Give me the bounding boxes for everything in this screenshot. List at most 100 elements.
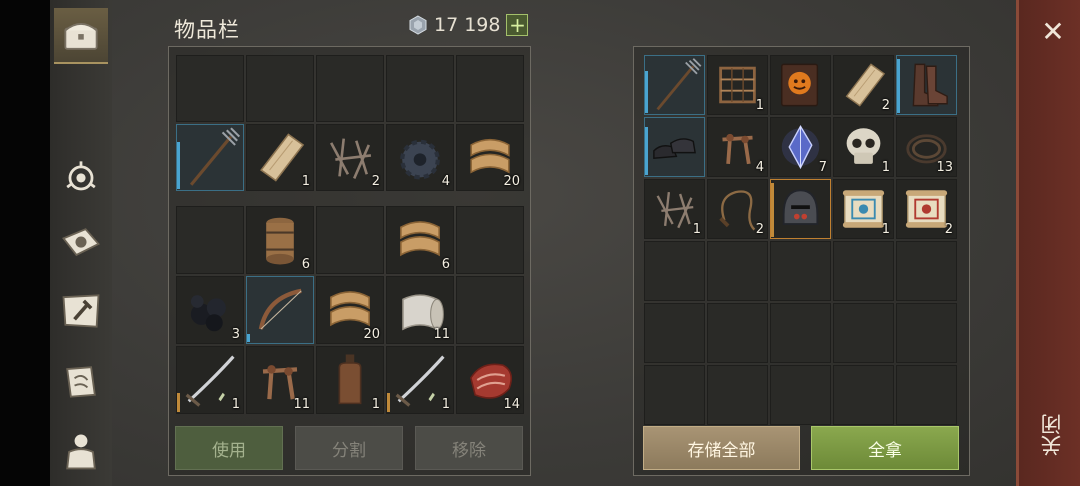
crafting-emblem-icon (66, 161, 96, 191)
storage-slot-empty[interactable] (833, 303, 894, 363)
store-all-button[interactable]: 存储全部 (643, 426, 800, 470)
currency-amount: 17 198 (434, 14, 501, 36)
storage-slot-book[interactable] (770, 55, 831, 115)
storage-slot-loom[interactable]: 1 (707, 55, 768, 115)
bag-slot-cloth-roll[interactable]: 11 (386, 276, 454, 344)
sidebar-sun-book-button[interactable] (54, 216, 108, 270)
storage-slot-empty[interactable] (896, 241, 957, 301)
bag-slot-bottle[interactable]: 1 (316, 346, 384, 414)
bag-slot-pegs[interactable]: 11 (246, 346, 314, 414)
bag-slot-empty[interactable] (316, 206, 384, 274)
bag-slot-fabric[interactable]: 6 (386, 206, 454, 274)
item-count: 1 (881, 160, 890, 175)
durability-bar (177, 392, 180, 412)
close-icon[interactable]: ✕ (1039, 18, 1067, 46)
bag-slot-sword[interactable]: 1 (176, 346, 244, 414)
item-count: 11 (433, 327, 450, 342)
close-label[interactable]: 关闭 (1037, 414, 1067, 456)
durability-bar (897, 59, 900, 113)
durability-bar (247, 333, 250, 342)
storage-slot-red-scroll[interactable]: 2 (896, 179, 957, 239)
item-count: 14 (503, 397, 520, 412)
bow-icon (258, 288, 302, 330)
storage-slot-empty[interactable] (770, 365, 831, 425)
storage-slot-shoes[interactable] (644, 117, 705, 177)
book-icon (781, 63, 819, 107)
storage-slot-empty[interactable] (770, 303, 831, 363)
storage-slot-skull[interactable]: 1 (833, 117, 894, 177)
bag-slot-barrel[interactable]: 6 (246, 206, 314, 274)
close-panel[interactable]: ✕ 关闭 (1016, 0, 1080, 486)
bag-slot-empty[interactable] (176, 206, 244, 274)
storage-slot-empty[interactable] (707, 241, 768, 301)
bag-slot-empty[interactable] (456, 276, 524, 344)
storage-grid: 1 2 4 7 1 13 1 2 1 2 (644, 55, 957, 425)
storage-slot-empty[interactable] (896, 365, 957, 425)
storage-slot-blue-scroll[interactable]: 1 (833, 179, 894, 239)
use-button[interactable]: 使用 (175, 426, 283, 470)
item-count: 3 (231, 327, 240, 342)
equip-slot-empty[interactable] (456, 55, 524, 122)
shoes-icon (653, 138, 696, 160)
storage-slot-wood-plank[interactable]: 2 (833, 55, 894, 115)
equip-slot-empty[interactable] (316, 55, 384, 122)
equip-slot-empty[interactable] (176, 55, 244, 122)
storage-slot-pegs[interactable]: 4 (707, 117, 768, 177)
storage-slot-empty[interactable] (770, 241, 831, 301)
bag-slot-sword[interactable]: 1 (386, 346, 454, 414)
durability-bar (771, 183, 774, 237)
sidebar (50, 0, 113, 486)
storage-slot-empty[interactable] (644, 365, 705, 425)
bag-slot-empty[interactable] (456, 206, 524, 274)
storage-slot-empty[interactable] (833, 365, 894, 425)
equip-slot-gear[interactable]: 4 (386, 124, 454, 191)
hammer-map-icon (62, 294, 100, 328)
durability-bar (645, 127, 648, 175)
screen-edge (0, 0, 50, 486)
equip-slot-empty[interactable] (246, 55, 314, 122)
storage-slot-empty[interactable] (644, 241, 705, 301)
equip-slot-fabric[interactable]: 20 (456, 124, 524, 191)
storage-slot-nails[interactable]: 1 (644, 179, 705, 239)
item-count: 11 (293, 397, 310, 412)
sidebar-chest-button[interactable] (54, 8, 108, 64)
item-count: 1 (231, 397, 240, 412)
add-currency-button[interactable]: + (506, 14, 529, 36)
sidebar-scroll-quill-button[interactable] (54, 354, 108, 408)
equip-slot-empty[interactable] (386, 55, 454, 122)
storage-slot-empty[interactable] (707, 365, 768, 425)
equip-slot-pitchfork[interactable] (176, 124, 244, 191)
bag-slot-bow[interactable] (246, 276, 314, 344)
equip-slot-wood-plank[interactable]: 1 (246, 124, 314, 191)
durability-bar (177, 142, 180, 189)
equip-slot-nails[interactable]: 2 (316, 124, 384, 191)
storage-slot-empty[interactable] (896, 303, 957, 363)
boots-icon (912, 63, 948, 107)
item-count: 4 (755, 160, 764, 175)
split-button[interactable]: 分割 (295, 426, 403, 470)
remove-button[interactable]: 移除 (415, 426, 523, 470)
sidebar-crafting-emblem-button[interactable] (54, 150, 108, 204)
sun-book-icon (62, 228, 100, 257)
chest-icon (64, 23, 98, 50)
storage-slot-rope[interactable]: 13 (896, 117, 957, 177)
pitchfork-icon (189, 127, 241, 186)
bag-slot-coal[interactable]: 3 (176, 276, 244, 344)
storage-slot-empty[interactable] (644, 303, 705, 363)
storage-slot-boots[interactable] (896, 55, 957, 115)
sidebar-hammer-map-button[interactable] (54, 284, 108, 338)
item-count: 1 (755, 98, 764, 113)
bag-slot-meat[interactable]: 14 (456, 346, 524, 414)
sidebar-backpack-character-button[interactable] (54, 424, 108, 478)
item-count: 1 (692, 222, 701, 237)
storage-slot-whip[interactable]: 2 (707, 179, 768, 239)
take-all-button[interactable]: 全拿 (811, 426, 959, 470)
backpack-character-icon (66, 434, 96, 470)
storage-slot-helmet[interactable] (770, 179, 831, 239)
bag-slot-fabric[interactable]: 20 (316, 276, 384, 344)
item-count: 20 (503, 174, 520, 189)
storage-slot-pitchfork[interactable] (644, 55, 705, 115)
storage-slot-empty[interactable] (833, 241, 894, 301)
storage-slot-empty[interactable] (707, 303, 768, 363)
storage-slot-crystal[interactable]: 7 (770, 117, 831, 177)
